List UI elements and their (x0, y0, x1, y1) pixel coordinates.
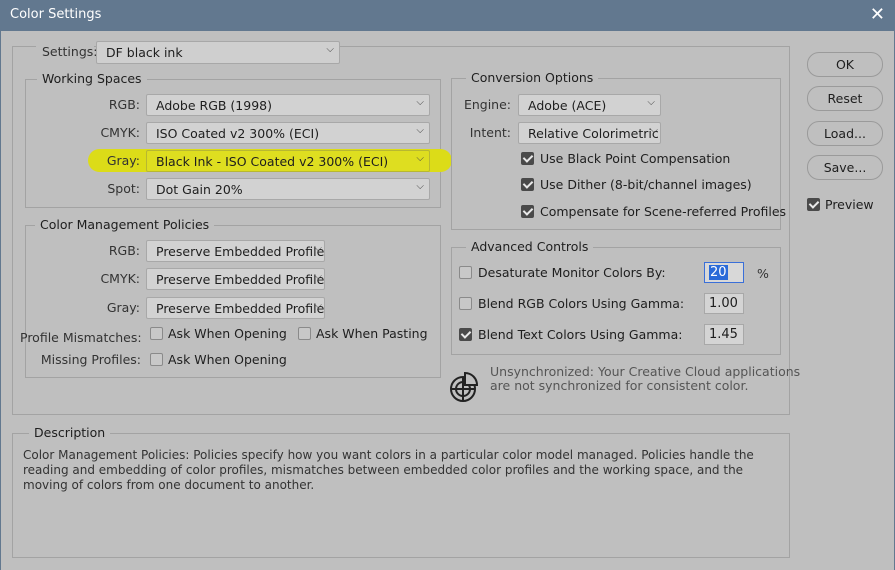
pol-gray-label: Gray: (106, 300, 140, 315)
working-spaces-title: Working Spaces (37, 71, 147, 86)
blend-text-input[interactable]: 1.45 (704, 324, 744, 345)
window-title: Color Settings (10, 7, 102, 22)
preview-checkbox[interactable] (807, 198, 820, 211)
pol-cmyk-value: Preserve Embedded Profiles (156, 272, 325, 287)
chevron-down-icon: ⌵ (647, 97, 655, 108)
ws-rgb-label: RGB: (108, 97, 140, 112)
description-text: Color Management Policies: Policies spec… (23, 448, 754, 492)
ws-rgb-value: Adobe RGB (1998) (156, 98, 272, 113)
missing-ask-when-opening-checkbox[interactable] (150, 353, 163, 366)
ws-gray-value: Black Ink - ISO Coated v2 300% (ECI) (156, 154, 389, 169)
chevron-down-icon: ⌵ (314, 271, 322, 282)
color-sync-icon (450, 371, 479, 402)
ok-button[interactable]: OK (807, 52, 883, 77)
ws-cmyk-select[interactable]: ISO Coated v2 300% (ECI) ⌵ (146, 122, 430, 144)
policies-title: Color Management Policies (35, 217, 215, 232)
missing-ask-when-opening-label: Ask When Opening (168, 352, 287, 367)
black-point-label: Use Black Point Compensation (540, 151, 731, 166)
chevron-down-icon: ⌵ (416, 181, 424, 192)
load-button[interactable]: Load... (807, 121, 883, 146)
preview-label: Preview (825, 197, 874, 212)
ws-spot-value: Dot Gain 20% (156, 182, 243, 197)
chevron-down-icon: ⌵ (416, 153, 424, 164)
save-button[interactable]: Save... (807, 155, 883, 180)
advanced-title: Advanced Controls (466, 239, 594, 254)
intent-select[interactable]: Relative Colorimetric ⌵ (518, 122, 661, 144)
missing-profiles-label: Missing Profiles: (40, 352, 141, 367)
dither-checkbox[interactable] (521, 178, 534, 191)
chevron-down-icon: ⌵ (314, 243, 322, 254)
ws-gray-select[interactable]: Black Ink - ISO Coated v2 300% (ECI) ⌵ (146, 150, 430, 172)
desaturate-label: Desaturate Monitor Colors By: (478, 265, 666, 280)
sync-line-2: are not synchronized for consistent colo… (490, 378, 749, 393)
ws-gray-label: Gray: (106, 153, 140, 168)
conversion-title: Conversion Options (466, 70, 599, 85)
blend-text-checkbox[interactable] (459, 328, 472, 341)
blend-rgb-label: Blend RGB Colors Using Gamma: (478, 296, 685, 311)
ws-spot-select[interactable]: Dot Gain 20% ⌵ (146, 178, 430, 200)
dither-label: Use Dither (8-bit/channel images) (540, 177, 752, 192)
chevron-down-icon: ⌵ (416, 97, 424, 108)
intent-label: Intent: (469, 125, 511, 140)
ask-when-opening-checkbox[interactable] (150, 327, 163, 340)
desaturate-checkbox[interactable] (459, 266, 472, 279)
chevron-down-icon: ⌵ (650, 125, 658, 136)
blend-rgb-checkbox[interactable] (459, 297, 472, 310)
engine-label: Engine: (463, 97, 511, 112)
pol-rgb-value: Preserve Embedded Profiles (156, 244, 325, 259)
blend-rgb-input[interactable]: 1.00 (704, 293, 744, 314)
description-title: Description (29, 425, 111, 440)
engine-value: Adobe (ACE) (528, 98, 607, 113)
pol-gray-select[interactable]: Preserve Embedded Profiles ⌵ (146, 297, 325, 319)
black-point-checkbox[interactable] (521, 152, 534, 165)
percent-label: % (757, 266, 769, 281)
ws-rgb-select[interactable]: Adobe RGB (1998) ⌵ (146, 94, 430, 116)
desaturate-input[interactable]: 20 (704, 262, 744, 283)
pol-rgb-select[interactable]: Preserve Embedded Profiles ⌵ (146, 240, 325, 262)
engine-select[interactable]: Adobe (ACE) ⌵ (518, 94, 661, 116)
chevron-down-icon: ⌵ (416, 125, 424, 136)
ws-cmyk-value: ISO Coated v2 300% (ECI) (156, 126, 320, 141)
profile-mismatches-label: Profile Mismatches: (20, 330, 142, 345)
scene-referred-label: Compensate for Scene-referred Profiles (540, 204, 787, 219)
close-icon[interactable]: ✕ (870, 4, 885, 25)
settings-select[interactable]: DF black ink ⌵ (96, 41, 340, 64)
settings-label: Settings: (36, 44, 97, 62)
pol-gray-value: Preserve Embedded Profiles (156, 301, 325, 316)
chevron-down-icon: ⌵ (314, 300, 322, 311)
sync-line-1: Unsynchronized: Your Creative Cloud appl… (490, 364, 801, 379)
ask-when-opening-label: Ask When Opening (168, 326, 287, 341)
pol-cmyk-label: CMYK: (100, 271, 140, 286)
ask-when-pasting-label: Ask When Pasting (316, 326, 428, 341)
pol-rgb-label: RGB: (108, 243, 140, 258)
intent-value: Relative Colorimetric (528, 126, 659, 141)
ask-when-pasting-checkbox[interactable] (298, 327, 311, 340)
blend-text-label: Blend Text Colors Using Gamma: (478, 327, 683, 342)
settings-value: DF black ink (106, 45, 183, 60)
title-bar: Color Settings ✕ (0, 0, 895, 31)
scene-referred-checkbox[interactable] (521, 205, 534, 218)
ws-cmyk-label: CMYK: (100, 125, 140, 140)
pol-cmyk-select[interactable]: Preserve Embedded Profiles ⌵ (146, 268, 325, 290)
ws-spot-label: Spot: (107, 181, 140, 196)
desaturate-value: 20 (709, 265, 728, 280)
chevron-down-icon: ⌵ (326, 44, 334, 55)
reset-button[interactable]: Reset (807, 86, 883, 111)
